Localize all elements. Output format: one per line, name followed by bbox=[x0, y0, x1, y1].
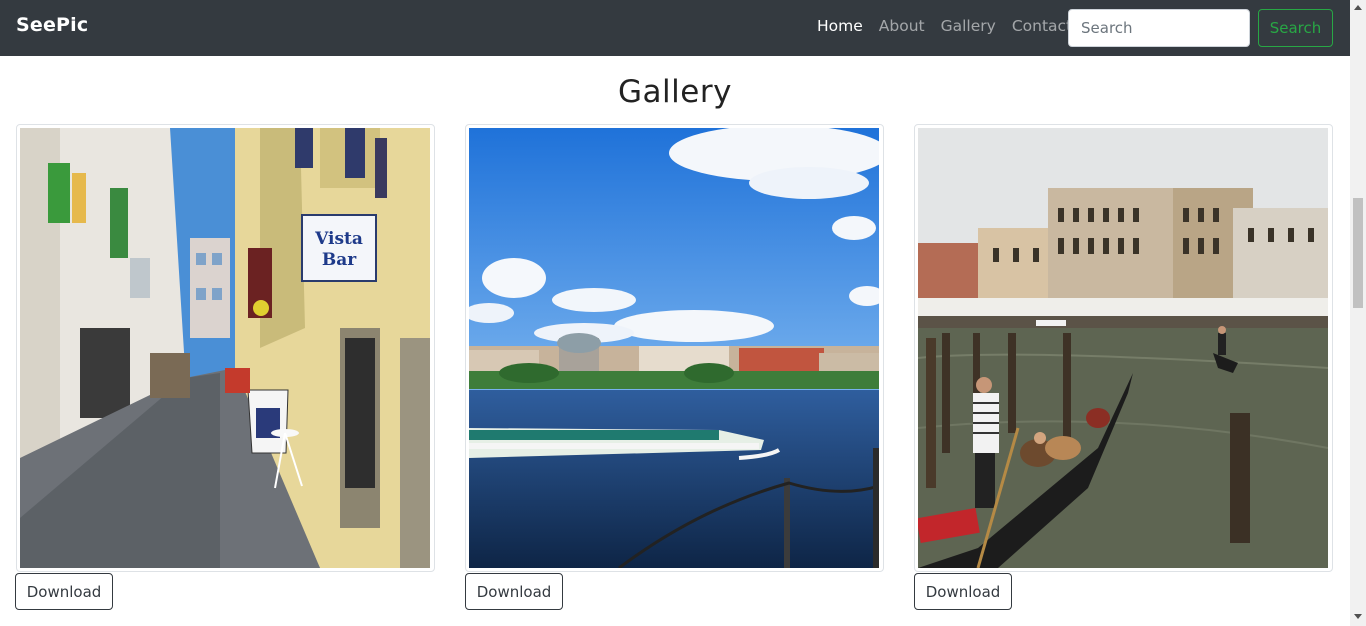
nav-link-home[interactable]: Home bbox=[817, 17, 863, 35]
canal-image bbox=[918, 128, 1328, 568]
lake-image bbox=[469, 128, 879, 568]
download-button[interactable]: Download bbox=[465, 573, 563, 610]
page-title: Gallery bbox=[618, 74, 732, 110]
scroll-down-arrow-icon[interactable] bbox=[1354, 614, 1362, 619]
svg-text:Vista: Vista bbox=[314, 229, 363, 249]
scrollbar-thumb[interactable] bbox=[1353, 198, 1363, 308]
nav-links: Home About Gallery Contact bbox=[817, 17, 1088, 35]
scroll-up-arrow-icon[interactable] bbox=[1354, 5, 1362, 10]
nav-link-contact[interactable]: Contact bbox=[1012, 17, 1072, 35]
search-input[interactable] bbox=[1068, 9, 1250, 47]
gallery-photo-lake bbox=[469, 128, 879, 568]
nav-link-about[interactable]: About bbox=[879, 17, 925, 35]
page-scrollbar[interactable] bbox=[1350, 0, 1366, 626]
svg-text:Bar: Bar bbox=[322, 250, 357, 270]
navbar: SeePic Home About Gallery Contact Search bbox=[0, 0, 1350, 56]
search-button[interactable]: Search bbox=[1258, 9, 1333, 47]
gallery-photo-canal bbox=[918, 128, 1328, 568]
gallery-photo-alley: Vista Bar bbox=[20, 128, 430, 568]
download-button[interactable]: Download bbox=[15, 573, 113, 610]
alley-image: Vista Bar bbox=[20, 128, 430, 568]
gallery-card bbox=[914, 124, 1333, 572]
nav-link-gallery[interactable]: Gallery bbox=[941, 17, 996, 35]
gallery-card: Vista Bar bbox=[16, 124, 435, 572]
brand-logo[interactable]: SeePic bbox=[16, 14, 88, 36]
download-button[interactable]: Download bbox=[914, 573, 1012, 610]
gallery-card bbox=[465, 124, 884, 572]
